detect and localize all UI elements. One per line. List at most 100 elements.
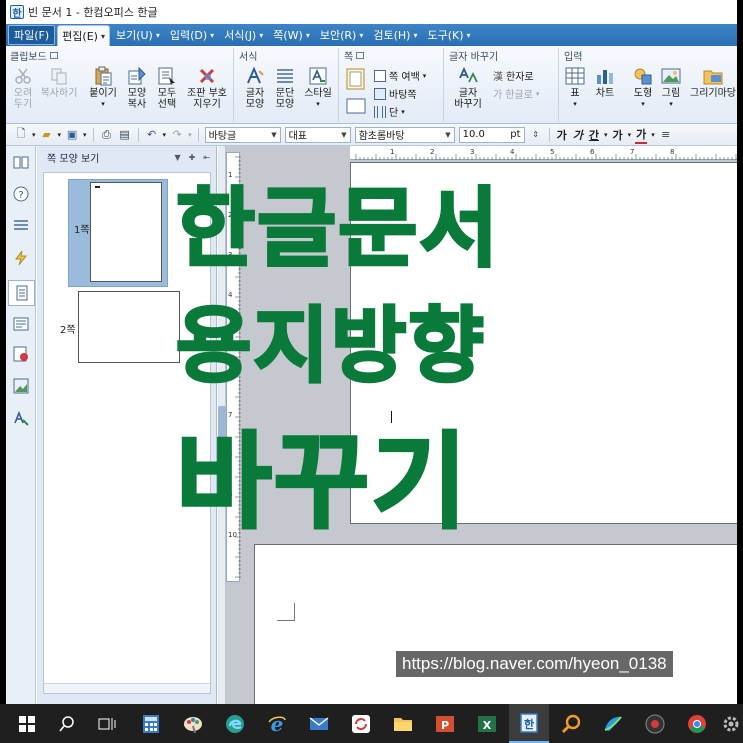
format-copy-button[interactable]: 모양 복사 [122, 66, 152, 110]
page-orientation-button[interactable] [344, 96, 368, 118]
group-expand-icon[interactable] [356, 51, 365, 59]
save-icon[interactable]: ▣ [65, 128, 79, 142]
recorder-icon[interactable] [642, 711, 668, 737]
outline-icon[interactable] [13, 316, 29, 332]
task-view-icon[interactable] [94, 711, 120, 737]
menu-view[interactable]: 보기(U) ▾ [112, 25, 164, 45]
size-combo[interactable]: 10.0 pt [458, 126, 525, 143]
para-shape-button[interactable]: 문단 모양 [271, 66, 299, 110]
list-icon[interactable] [13, 218, 29, 234]
vertical-ruler[interactable]: 1 2 3 4 5 6 7 8 9 10 [226, 152, 241, 582]
magnifier-icon[interactable] [558, 711, 584, 737]
book-icon[interactable] [13, 154, 29, 170]
chart-button[interactable]: 차트 [592, 66, 618, 99]
chrome-icon[interactable] [684, 711, 710, 737]
menu-page[interactable]: 쪽(W) ▾ [269, 25, 314, 45]
start-icon[interactable] [14, 711, 40, 737]
print-icon[interactable]: ⎙ [100, 128, 114, 142]
cut-button[interactable]: 오려 두기 [10, 66, 36, 110]
chevron-down-icon[interactable]: ▾ [163, 131, 167, 139]
edge-icon[interactable] [222, 711, 248, 737]
menu-security[interactable]: 보안(R) ▾ [316, 25, 367, 45]
pin-icon[interactable]: ✚ [189, 153, 196, 162]
menu-review[interactable]: 검토(H) ▾ [369, 25, 421, 45]
erase-marks-button[interactable]: 조판 부호 지우기 [182, 66, 232, 110]
pane-scrollbar[interactable] [44, 683, 210, 693]
chevron-down-icon[interactable]: ▾ [628, 131, 632, 139]
picture-button[interactable]: 그림 ▾ [658, 66, 684, 110]
chevron-down-icon[interactable]: ▾ [401, 108, 405, 116]
drawing-button[interactable]: 그리기마당 [688, 66, 737, 99]
chevron-down-icon[interactable]: ▼ [341, 131, 346, 139]
chevron-down-icon[interactable]: ▾ [669, 99, 673, 110]
char-shape-button[interactable]: 글자 모양 [241, 66, 269, 110]
page-bg-button[interactable]: 바탕쪽 [374, 86, 417, 101]
chevron-down-icon[interactable]: ▾ [604, 131, 608, 139]
menu-tools[interactable]: 도구(K) ▾ [423, 25, 474, 45]
document-page-1[interactable] [350, 162, 737, 524]
menu-file[interactable]: 파일(F) [8, 25, 56, 45]
shape-button[interactable]: 도형 ▾ [630, 66, 656, 110]
page-thumbnail-1[interactable] [90, 182, 162, 282]
align-icon[interactable]: ≡ [659, 128, 673, 142]
ie-icon[interactable]: e [264, 711, 290, 737]
chevron-down-icon[interactable]: ▾ [423, 72, 427, 80]
strike-button[interactable]: 가 [611, 127, 623, 143]
menu-edit[interactable]: 편집(E) ▾ [57, 25, 110, 46]
hangul-button[interactable]: 가 한글로 ▾ [493, 86, 539, 102]
paint-icon[interactable] [180, 711, 206, 737]
group-expand-icon[interactable] [49, 51, 58, 59]
chevron-down-icon[interactable]: ▾ [573, 99, 577, 110]
preview-icon[interactable]: ▤ [118, 128, 132, 142]
document-page-2[interactable] [254, 544, 737, 714]
search-icon[interactable] [54, 711, 80, 737]
record-icon[interactable] [13, 346, 29, 362]
underline-button[interactable]: 간 [588, 127, 600, 143]
hwp-icon[interactable]: 한 [509, 704, 549, 743]
document-scrollbar[interactable] [218, 146, 226, 704]
app-icon[interactable] [600, 711, 626, 737]
italic-button[interactable]: 가 [572, 127, 584, 143]
new-doc-icon[interactable]: 🗋 [14, 127, 28, 142]
undo-icon[interactable]: ↶ [145, 128, 159, 142]
settings-icon[interactable] [718, 711, 743, 737]
copy-button[interactable]: 복사하기 [38, 66, 80, 99]
help-icon[interactable]: ? [13, 186, 29, 202]
hanja-button[interactable]: 漢 한자로 [493, 68, 534, 83]
paste-button[interactable]: 붙이기 ▾ [86, 66, 120, 110]
table-button[interactable]: 표 ▾ [564, 66, 586, 110]
bold-button[interactable]: 가 [556, 127, 568, 143]
page-margin-button[interactable]: 쪽 여백 ▾ [374, 68, 426, 83]
redo-icon[interactable]: ↷ [170, 128, 184, 142]
powerpoint-icon[interactable]: P [432, 711, 458, 737]
chevron-down-icon[interactable]: ▾ [58, 131, 62, 139]
size-stepper[interactable]: ⇕ [529, 128, 543, 142]
open-folder-icon[interactable]: ▰ [40, 128, 54, 142]
chevron-down-icon[interactable]: ▾ [32, 131, 36, 139]
chevron-down-icon[interactable]: ▾ [83, 131, 87, 139]
horizontal-ruler[interactable]: 1 2 3 4 5 6 7 8 [350, 146, 737, 160]
scroll-thumb[interactable] [218, 406, 226, 446]
folder-icon[interactable] [390, 711, 416, 737]
chevron-down-icon[interactable]: ▼ [271, 131, 276, 139]
style-combo[interactable]: 바탕글 ▼ [204, 126, 281, 143]
chevron-down-icon[interactable]: ▾ [101, 32, 105, 41]
chevron-down-icon[interactable]: ▾ [641, 99, 645, 110]
chevron-down-icon[interactable]: ▾ [651, 131, 655, 139]
font-tool-icon[interactable] [13, 410, 29, 426]
chevron-down-icon[interactable]: ▾ [101, 99, 105, 110]
select-all-button[interactable]: 모두 선택 [154, 66, 180, 110]
page-setup-button[interactable] [344, 68, 368, 92]
calculator-icon[interactable] [138, 711, 164, 737]
page-view-icon[interactable] [8, 280, 35, 306]
font-color-button[interactable]: 가 [635, 126, 648, 144]
menu-format[interactable]: 서식(J) ▾ [220, 25, 267, 45]
excel-icon[interactable]: X [474, 711, 500, 737]
char-change-button[interactable]: 글자 바꾸기 [451, 66, 485, 110]
sync-icon[interactable] [348, 711, 374, 737]
chevron-down-icon[interactable]: ▼ [445, 131, 450, 139]
lang-combo[interactable]: 대표 ▼ [284, 126, 351, 143]
lightning-icon[interactable] [13, 250, 29, 266]
style-button[interactable]: 스타일 ▾ [301, 66, 335, 110]
font-combo[interactable]: 함초롬바탕 ▼ [354, 126, 455, 143]
